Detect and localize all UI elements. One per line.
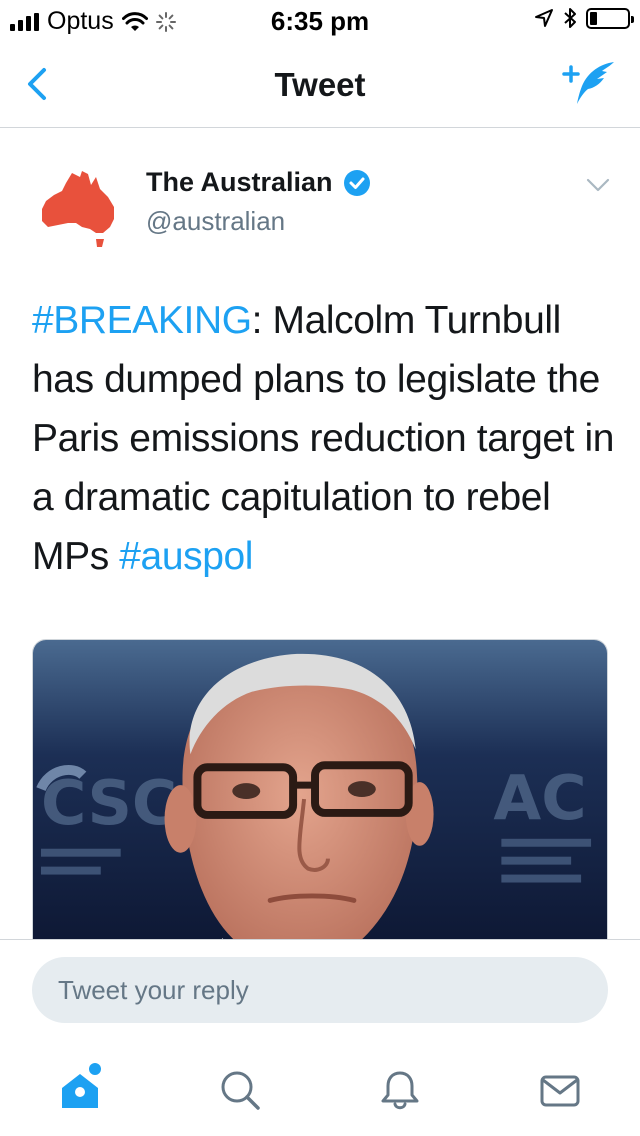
reply-input[interactable] [32,957,608,1023]
tab-messages[interactable] [520,1060,600,1120]
search-icon [221,1071,260,1110]
svg-text:CSC: CSC [41,767,177,839]
tweet-detail: The Australian @australian #BREAKING: Ma… [0,129,640,939]
tweet-photo[interactable]: CSC AC [32,639,608,939]
author-name-row: The Australian [146,167,371,198]
svg-text:AC: AC [493,762,586,834]
status-bar: Optus 6:35 pm [0,0,640,40]
chevron-down-icon[interactable] [586,177,610,193]
tab-bar [0,1040,640,1136]
author-handle: @australian [146,206,286,236]
tab-home[interactable] [40,1060,120,1120]
verified-badge-icon [343,169,370,196]
notification-dot [89,1063,101,1075]
author-info[interactable]: The Australian @australian [146,167,371,237]
tweet-text: #BREAKING: Malcolm Turnbull has dumped p… [32,291,622,586]
hashtag-breaking[interactable]: #BREAKING [32,299,252,342]
reply-bar [0,939,640,1039]
tab-notifications[interactable] [360,1060,440,1120]
hashtag-auspol[interactable]: #auspol [119,535,253,578]
author-name: The Australian [146,167,333,197]
navigation-bar: Tweet [0,40,640,128]
tweet-detail-screen: Optus 6:35 pm Tweet The Australian @aust… [0,0,640,1136]
battery-icon [586,7,634,29]
bluetooth-icon [564,8,576,28]
compose-tweet-button[interactable] [560,58,618,110]
mail-icon [540,1075,580,1107]
tab-search[interactable] [200,1060,280,1120]
location-arrow-icon [535,9,553,27]
bell-icon [381,1071,419,1110]
australia-map-icon[interactable] [38,167,126,255]
status-right [534,6,634,30]
page-title: Tweet [274,66,366,103]
battery-level [590,11,597,25]
